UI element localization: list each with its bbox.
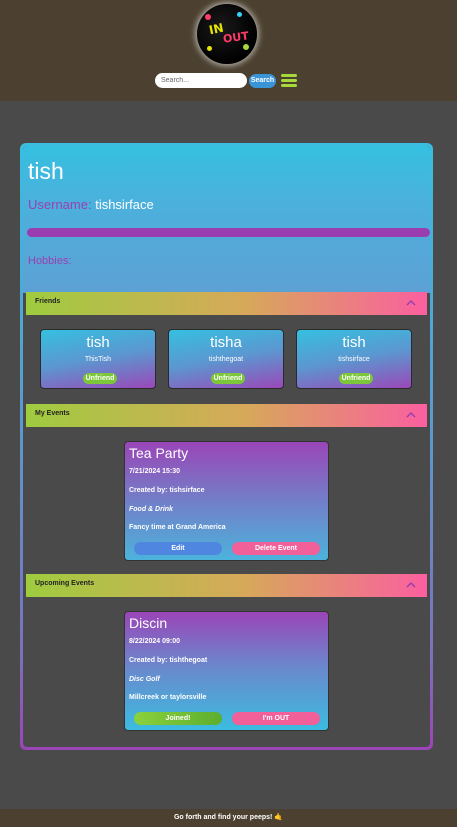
profile-name: tish bbox=[28, 158, 64, 184]
event-datetime: 8/22/2024 09:00 bbox=[129, 638, 180, 645]
chevron-up-icon[interactable] bbox=[405, 409, 417, 421]
my-events-section-title: My Events bbox=[35, 410, 70, 417]
event-datetime: 7/21/2024 15:30 bbox=[129, 468, 180, 475]
unfriend-button[interactable]: Unfriend bbox=[211, 373, 245, 384]
delete-event-button[interactable]: Delete Event bbox=[232, 542, 320, 555]
username-label: Username: bbox=[28, 197, 92, 212]
event-card[interactable]: Tea Party 7/21/2024 15:30 Created by: ti… bbox=[124, 441, 329, 561]
event-creator: Created by: tishthegoat bbox=[129, 657, 208, 664]
search-input[interactable] bbox=[155, 73, 247, 88]
logo-sparkle bbox=[243, 44, 249, 50]
username-value: tishsirface bbox=[95, 197, 154, 212]
event-title: Tea Party bbox=[129, 445, 189, 461]
logo-sparkle bbox=[205, 14, 211, 20]
upcoming-events-section-title: Upcoming Events bbox=[35, 580, 95, 587]
event-category: Food & Drink bbox=[129, 506, 173, 513]
profile-info-panel: tish Username: tishsirface Hobbies: bbox=[23, 146, 430, 293]
my-events-section-header[interactable]: My Events bbox=[26, 404, 427, 427]
profile-card: tish Username: tishsirface Hobbies: Frie… bbox=[20, 143, 433, 750]
chevron-up-icon[interactable] bbox=[405, 297, 417, 309]
friends-section-header[interactable]: Friends bbox=[26, 292, 427, 315]
im-out-button[interactable]: I'm OUT bbox=[232, 712, 320, 725]
app-header: IN OUT Search bbox=[0, 0, 457, 101]
event-card[interactable]: Discin 8/22/2024 09:00 Created by: tisht… bbox=[124, 611, 329, 731]
friends-section-title: Friends bbox=[35, 298, 61, 305]
footer: Go forth and find your peeps! 🤙 bbox=[0, 809, 457, 827]
profile-divider-bar bbox=[27, 228, 430, 237]
friend-username: ThisTish bbox=[84, 356, 112, 363]
search-button[interactable]: Search bbox=[249, 74, 276, 88]
friend-name: tish bbox=[342, 334, 366, 351]
upcoming-events-section-header[interactable]: Upcoming Events bbox=[26, 574, 427, 597]
friends-list: tish ThisTish Unfriend tisha tishthegoat… bbox=[26, 315, 427, 403]
unfriend-button[interactable]: Unfriend bbox=[83, 373, 117, 384]
logo-sparkle bbox=[207, 46, 212, 51]
friend-card[interactable]: tisha tishthegoat Unfriend bbox=[168, 329, 284, 389]
edit-event-button[interactable]: Edit bbox=[134, 542, 222, 555]
event-description: Fancy time at Grand America bbox=[129, 524, 226, 531]
hobbies-label: Hobbies: bbox=[28, 255, 72, 267]
friend-name: tish bbox=[86, 334, 110, 351]
friend-username: tishthegoat bbox=[208, 356, 244, 363]
friend-card[interactable]: tish ThisTish Unfriend bbox=[40, 329, 156, 389]
friend-username: tishsirface bbox=[338, 356, 370, 363]
event-category: Disc Golf bbox=[129, 676, 160, 683]
event-creator: Created by: tishsirface bbox=[129, 487, 205, 494]
unfriend-button[interactable]: Unfriend bbox=[339, 373, 373, 384]
username-line: Username: tishsirface bbox=[28, 197, 154, 212]
footer-text: Go forth and find your peeps! 🤙 bbox=[173, 814, 284, 821]
event-title: Discin bbox=[129, 615, 168, 631]
chevron-up-icon[interactable] bbox=[405, 579, 417, 591]
in-out-logo[interactable]: IN OUT bbox=[197, 4, 257, 64]
friend-name: tisha bbox=[210, 334, 242, 351]
friend-card[interactable]: tish tishsirface Unfriend bbox=[296, 329, 412, 389]
upcoming-events-list: Discin 8/22/2024 09:00 Created by: tisht… bbox=[26, 597, 427, 743]
logo-sparkle bbox=[237, 12, 242, 17]
joined-button[interactable]: Joined! bbox=[134, 712, 222, 725]
event-description: Millcreek or taylorsville bbox=[129, 694, 207, 701]
my-events-list: Tea Party 7/21/2024 15:30 Created by: ti… bbox=[26, 427, 427, 574]
hamburger-menu-icon[interactable] bbox=[281, 74, 297, 87]
